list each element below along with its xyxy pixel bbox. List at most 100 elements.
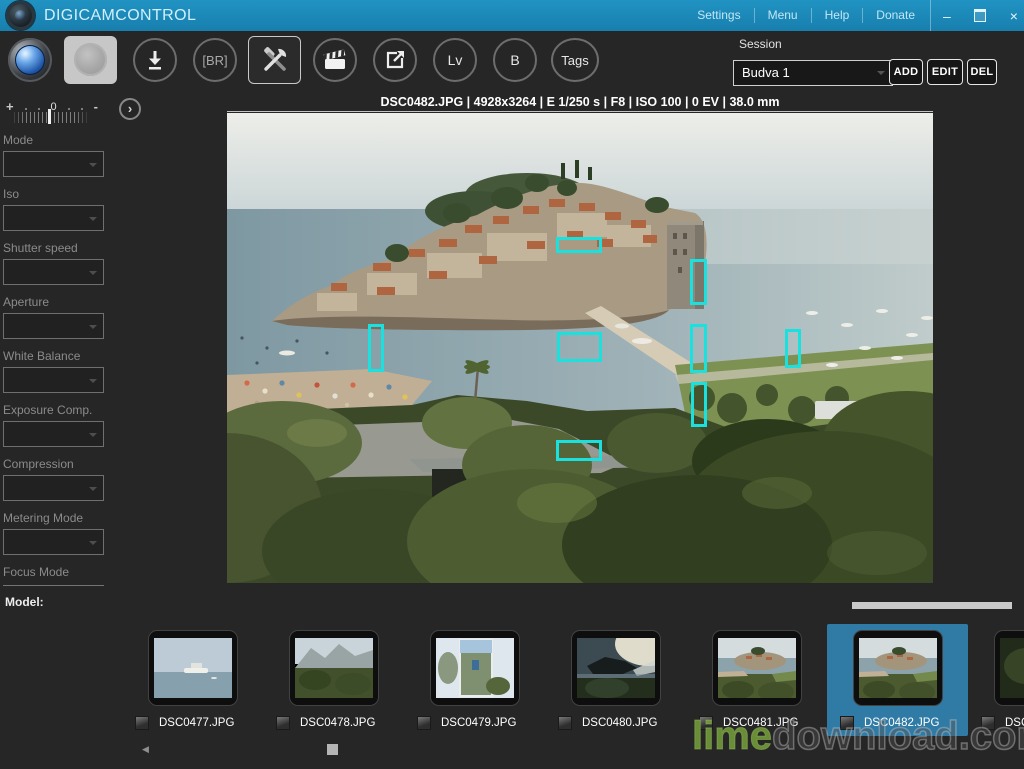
focus-point-rect <box>785 329 801 368</box>
preview-image[interactable] <box>227 113 933 583</box>
field-white-balance: White Balance <box>3 349 104 393</box>
focus-point-rect <box>557 332 602 362</box>
lens-disabled-icon <box>74 43 107 76</box>
field-label: Mode <box>3 133 104 148</box>
shutter-speed-combobox[interactable] <box>3 259 104 285</box>
tags-button[interactable]: Tags <box>551 38 599 82</box>
filmstrip-handle[interactable] <box>327 744 338 755</box>
sidebar-expand-button[interactable]: › <box>119 98 141 120</box>
thumbnail-cell[interactable]: DSC0478.JPG <box>263 624 404 736</box>
session-select[interactable]: Budva 1 <box>733 60 893 86</box>
thumbnail-filename: DSC0480.JPG <box>582 717 657 729</box>
watermark-prefix: lime <box>692 714 772 758</box>
app-logo-icon <box>6 1 35 30</box>
thumb-sunset-scene <box>577 638 655 698</box>
thumbnail-checkbox[interactable] <box>558 716 572 730</box>
session-edit-button[interactable]: EDIT <box>927 59 963 85</box>
mode-combobox[interactable] <box>3 151 104 177</box>
titlebar: DIGICAMCONTROL Settings Menu Help Donate… <box>0 0 1024 31</box>
focus-point-rect <box>690 324 707 373</box>
field-label: Focus Mode <box>3 565 104 580</box>
open-external-icon <box>383 48 407 72</box>
capture-disabled-button <box>64 36 117 84</box>
model-label: Model: <box>5 595 44 609</box>
filmstrip-scroll-left-icon[interactable]: ◀ <box>142 744 149 755</box>
browse-export-button[interactable] <box>373 38 417 82</box>
field-label: Iso <box>3 187 104 202</box>
zoom-minus-label[interactable]: - <box>94 101 98 112</box>
session-label: Session <box>739 37 782 51</box>
focus-point-rect <box>690 259 707 305</box>
tools-button-selected[interactable] <box>248 36 301 84</box>
field-label: Exposure Comp. <box>3 403 104 418</box>
download-icon <box>143 48 167 72</box>
digicamcontrol-window: DIGICAMCONTROL Settings Menu Help Donate… <box>0 0 1024 769</box>
field-mode: Mode <box>3 133 104 177</box>
clapperboard-icon <box>322 47 348 73</box>
thumb-island-scene <box>718 638 796 698</box>
thumbnail-checkbox[interactable] <box>276 716 290 730</box>
aperture-combobox[interactable] <box>3 313 104 339</box>
liveview-button[interactable]: Lv <box>433 38 477 82</box>
filmstrip-scrollbar[interactable] <box>852 602 1012 609</box>
bulb-button[interactable]: B <box>493 38 537 82</box>
timelapse-button[interactable] <box>313 38 357 82</box>
compression-combobox[interactable] <box>3 475 104 501</box>
bracketing-button[interactable]: [BR] <box>193 38 237 82</box>
zoom-plus-label[interactable]: + <box>6 101 14 112</box>
session-add-button[interactable]: ADD <box>889 59 923 85</box>
focus-point-rect <box>556 440 602 461</box>
session-del-button[interactable]: DEL <box>967 59 997 85</box>
image-info-bar: DSC0482.JPG | 4928x3264 | E 1/250 s | F8… <box>227 95 933 109</box>
white-balance-combobox[interactable] <box>3 367 104 393</box>
focus-point-rect <box>691 382 707 427</box>
thumbnail-filename: DSC0477.JPG <box>159 717 234 729</box>
thumbnail-checkbox[interactable] <box>417 716 431 730</box>
thumbnail-filename: DSC0479.JPG <box>441 717 516 729</box>
menu-donate[interactable]: Donate <box>862 8 928 23</box>
thumbnail-cell[interactable]: DSC0477.JPG <box>122 624 263 736</box>
thumb-mountain-scene <box>295 638 373 698</box>
field-label: Compression <box>3 457 104 472</box>
thumbnail-cell[interactable]: DSC0479.JPG <box>404 624 545 736</box>
watermark: limedownload.com <box>692 714 1024 759</box>
field-exposure-comp: Exposure Comp. <box>3 403 104 447</box>
metering-mode-combobox[interactable] <box>3 529 104 555</box>
watermark-suffix: download.com <box>772 714 1024 758</box>
menu-settings[interactable]: Settings <box>684 8 753 23</box>
field-compression: Compression <box>3 457 104 501</box>
window-controls: – × <box>930 0 1018 31</box>
field-label: Metering Mode <box>3 511 104 526</box>
thumbnail-checkbox[interactable] <box>135 716 149 730</box>
field-focus-mode: Focus Mode <box>3 565 104 580</box>
maximize-icon[interactable] <box>974 9 986 22</box>
thumbnail-frame <box>994 630 1024 706</box>
download-button[interactable] <box>133 38 177 82</box>
focus-point-rect <box>556 237 602 253</box>
exposure-comp-combobox[interactable] <box>3 421 104 447</box>
minimize-icon[interactable]: – <box>943 9 951 23</box>
thumbnail-frame <box>571 630 661 706</box>
thumbnail-cell[interactable]: DSC0480.JPG <box>545 624 686 736</box>
zoom-slider-thumb[interactable] <box>48 109 51 124</box>
menu-menu[interactable]: Menu <box>754 8 811 23</box>
iso-combobox[interactable] <box>3 205 104 231</box>
close-icon[interactable]: × <box>1010 9 1018 23</box>
menu-help[interactable]: Help <box>811 8 863 23</box>
thumbnail-frame <box>430 630 520 706</box>
thumb-trees-scene <box>1000 638 1024 698</box>
viewer-top-line <box>227 111 933 112</box>
sidebar-divider <box>3 585 104 586</box>
thumbnail-frame <box>712 630 802 706</box>
capture-button[interactable] <box>8 38 52 82</box>
hammer-wrench-icon <box>260 45 290 75</box>
thumbnail-frame <box>853 630 943 706</box>
thumb-rotated-scene <box>436 638 514 698</box>
field-label: White Balance <box>3 349 104 364</box>
thumbnail-frame <box>148 630 238 706</box>
field-aperture: Aperture <box>3 295 104 339</box>
thumbnail-filename: DSC0478.JPG <box>300 717 375 729</box>
zoom-slider[interactable]: + 0 - <box>6 98 98 112</box>
field-label: Aperture <box>3 295 104 310</box>
focus-layer <box>227 113 933 583</box>
